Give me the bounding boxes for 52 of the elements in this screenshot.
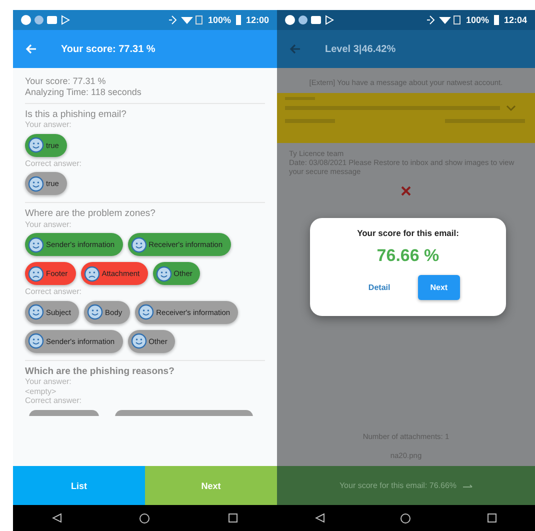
battery-icon <box>236 15 241 25</box>
smiley-face-icon <box>156 266 172 282</box>
smiley-face-icon <box>130 333 147 350</box>
back-icon[interactable] <box>314 513 325 523</box>
answer-label: Correct answer: <box>25 396 82 406</box>
battery-percent: 100% <box>208 15 231 25</box>
detail-button[interactable]: Detail <box>356 274 402 300</box>
notification-icons <box>285 15 335 25</box>
smiley-face-icon <box>138 304 154 320</box>
summary-text: Your score: 77.31 % <box>25 76 107 87</box>
question-text: Where are the problem zones? <box>25 208 156 220</box>
answer-label: Your answer: <box>25 120 72 130</box>
next-button[interactable]: Next <box>145 466 277 505</box>
clock-time: 12:04 <box>504 15 527 25</box>
answer-label: Correct answer: <box>25 287 82 297</box>
summary-text: Analyzing Time: 118 seconds <box>25 86 142 98</box>
app-bar-title: Level 3|46.42% <box>325 44 396 54</box>
question-text: Is this a phishing email? <box>25 108 128 120</box>
signal-icons <box>426 15 461 25</box>
broken-image-icon <box>401 186 411 196</box>
smiley-face-icon <box>87 304 104 320</box>
answer-label: Your answer: <box>25 377 72 387</box>
sad-face-icon <box>84 266 100 282</box>
score-bar[interactable]: Your score for this email: 76.66% <box>277 466 535 505</box>
smiley-face-icon <box>130 236 147 253</box>
smiley-face-icon <box>28 304 44 320</box>
answer-label: Correct answer: <box>25 158 82 168</box>
recents-icon[interactable] <box>228 513 238 523</box>
recents-icon[interactable] <box>487 513 498 523</box>
app-bar-title: Your score: 77.31 % <box>61 44 156 54</box>
list-button[interactable]: List <box>13 466 145 505</box>
empty-answer: <empty> <box>25 386 58 396</box>
battery-icon <box>494 15 499 25</box>
smiley-face-icon <box>28 333 44 350</box>
sad-face-icon <box>28 266 44 282</box>
arrow-right-icon <box>462 482 473 488</box>
clock-time: 12:00 <box>246 15 269 25</box>
notification-icons <box>21 15 71 25</box>
score-bar-text: Your score for this email: 76.66% <box>339 480 457 490</box>
next-button[interactable]: Next <box>418 274 460 300</box>
answer-label: Your answer: <box>25 220 72 230</box>
smiley-face-icon <box>28 236 44 253</box>
smiley-face-icon <box>28 176 44 192</box>
battery-percent: 100% <box>466 15 489 25</box>
smiley-face-icon <box>28 137 44 154</box>
home-icon[interactable] <box>400 512 412 524</box>
back-icon[interactable] <box>52 513 62 523</box>
question-text: Which are the phishing reasons? <box>25 366 176 378</box>
signal-icons <box>168 15 203 25</box>
dialog-title: Your score for this email: <box>357 228 459 238</box>
dialog-score: 76.66 % <box>376 246 440 267</box>
home-icon[interactable] <box>139 512 150 524</box>
